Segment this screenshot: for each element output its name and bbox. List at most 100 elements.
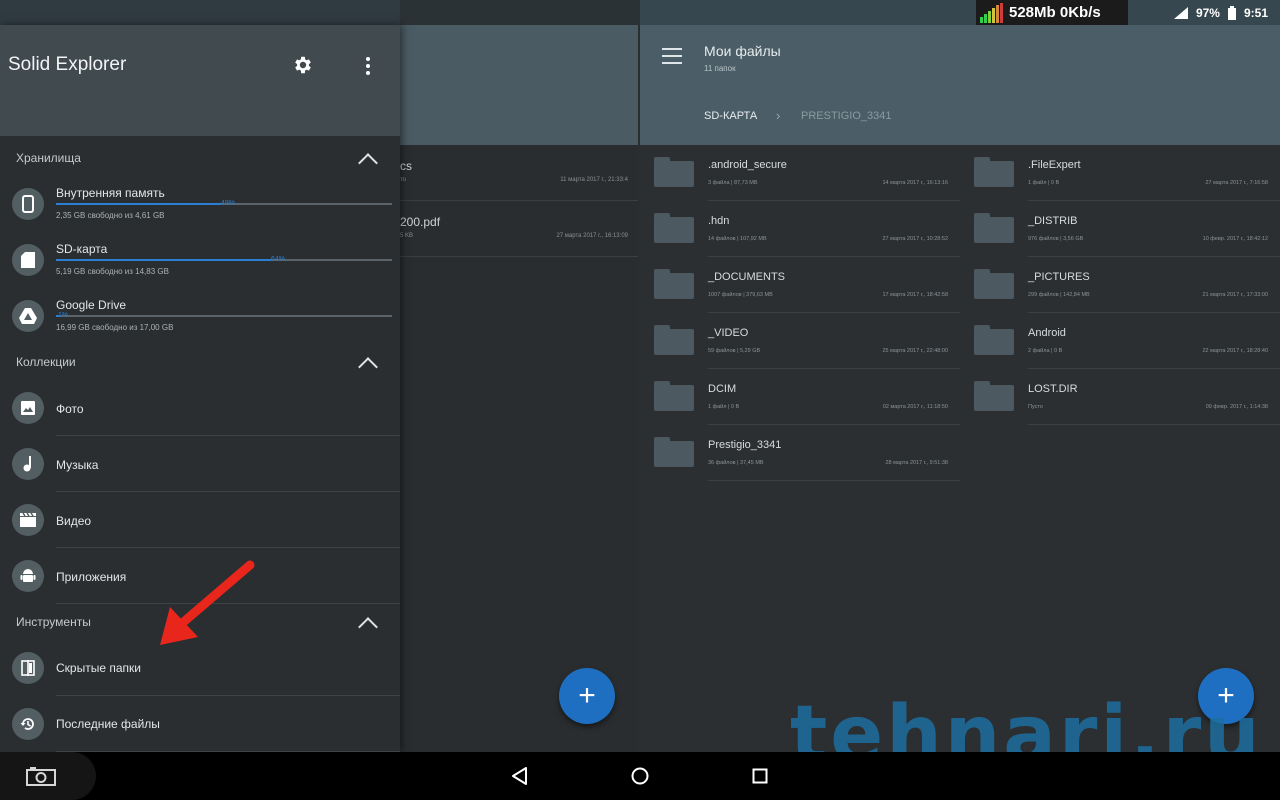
folder-meta: 1007 файлов | 379,63 MB xyxy=(708,292,773,298)
google-drive-icon xyxy=(12,300,44,332)
camera-icon[interactable] xyxy=(26,766,56,786)
history-icon xyxy=(12,708,44,740)
folder-icon xyxy=(974,157,1014,187)
status-bar: 528Mb 0Kb/s 97% 9:51 xyxy=(0,0,1280,25)
folder-date: 28 марта 2017 г., 9:51:38 xyxy=(885,460,948,466)
storage-item-google-drive[interactable]: Google Drive 1% 16,99 GB свободно из 17,… xyxy=(0,292,400,348)
folder-date: 02 марта 2017 г., 11:18:50 xyxy=(882,404,948,410)
add-fab-button-left[interactable]: + xyxy=(559,668,615,724)
storage-progress xyxy=(56,259,392,261)
folder-meta: 14 файлов | 107,92 MB xyxy=(708,236,767,242)
folder-item[interactable]: .hdn 14 файлов | 107,92 MB 27 марта 2017 г… xyxy=(640,201,960,257)
recents-icon[interactable] xyxy=(752,768,768,784)
folder-name: DCIM xyxy=(708,383,737,395)
folder-name: .FileExpert xyxy=(1028,159,1081,171)
collection-item-video[interactable]: Видео xyxy=(0,492,400,548)
folder-name: .hdn xyxy=(708,215,730,227)
folder-name: _VIDEO xyxy=(708,327,749,339)
cellular-signal-icon xyxy=(1173,6,1188,19)
clapperboard-icon xyxy=(12,504,44,536)
drawer-header xyxy=(0,25,400,136)
home-icon[interactable] xyxy=(631,767,649,785)
folder-date: 25 марта 2017 г., 22:48:00 xyxy=(882,348,948,354)
folder-meta: 2 файла | 0 B xyxy=(1028,348,1063,354)
page-subtitle: 11 папок xyxy=(704,64,736,73)
annotation-arrow-icon xyxy=(160,560,255,645)
tool-item-recent-files[interactable]: Последние файлы xyxy=(0,696,400,752)
folder-icon xyxy=(974,213,1014,243)
app-title: Solid Explorer xyxy=(8,54,127,75)
folder-name: _DOCUMENTS xyxy=(708,271,786,283)
folder-name: _DISTRIB xyxy=(1028,215,1078,227)
breadcrumb-sd-card[interactable]: SD-КАРТА xyxy=(704,110,757,122)
folder-item[interactable]: _DOCUMENTS 1007 файлов | 379,63 MB 17 март… xyxy=(640,257,960,313)
battery-icon xyxy=(1227,5,1236,20)
hidden-folder-icon xyxy=(12,652,44,684)
folder-item[interactable]: _DISTRIB 976 файлов | 3,56 GB 10 февр. 201… xyxy=(960,201,1280,257)
clock: 9:51 xyxy=(1243,5,1268,20)
page-title: Мои файлы xyxy=(704,43,781,59)
list-item[interactable]: 200.pdf 5 KB 27 марта 2017 г., 16:13:09 xyxy=(400,201,638,257)
folder-meta: 36 файлов | 37,45 MB xyxy=(708,460,764,466)
middle-pane-list: cs то 11 марта 2017 г., 21:33:4 200.pdf … xyxy=(400,145,638,265)
folder-icon xyxy=(654,213,694,243)
more-vert-icon[interactable] xyxy=(362,55,374,77)
folder-name: _PICTURES xyxy=(1028,271,1090,283)
folder-item[interactable]: .FileExpert 1 файл | 0 B 27 марта 2017 г.,… xyxy=(960,145,1280,201)
folder-date: 27 марта 2017 г., 7:16:58 xyxy=(1205,180,1268,186)
folder-meta: 1 файл | 0 B xyxy=(708,404,740,410)
folder-name: .android_secure xyxy=(708,159,787,171)
signal-bars-icon xyxy=(980,2,1003,23)
back-icon[interactable] xyxy=(510,767,530,785)
folder-date: 09 февр. 2017 г., 1:14:38 xyxy=(1205,404,1268,410)
breadcrumb-prestigio[interactable]: PRESTIGIO_3341 xyxy=(801,110,892,122)
middle-pane-header xyxy=(400,25,638,145)
folder-item[interactable]: _VIDEO 59 файлов | 5,29 GB 25 марта 2017 г… xyxy=(640,313,960,369)
list-item[interactable]: cs то 11 марта 2017 г., 21:33:4 xyxy=(400,145,638,201)
folder-name: Prestigio_3341 xyxy=(708,439,782,451)
folder-item[interactable]: Prestigio_3341 36 файлов | 37,45 MB 28 мар… xyxy=(640,425,960,481)
chevron-right-icon: › xyxy=(776,108,781,123)
folder-meta: 3 файла | 87,73 MB xyxy=(708,180,758,186)
folder-date: 17 марта 2017 г., 18:42:58 xyxy=(882,292,948,298)
section-title-storage: Хранилища xyxy=(16,151,81,165)
folder-icon xyxy=(654,157,694,187)
folder-name: Android xyxy=(1028,327,1066,339)
folder-icon xyxy=(654,269,694,299)
storage-item-internal[interactable]: Внутренняя память 49% 2,35 GB свободно и… xyxy=(0,180,400,236)
storage-item-sd-card[interactable]: SD-карта 64% 5,19 GB свободно из 14,83 G… xyxy=(0,236,400,292)
folder-date: 10 февр. 2017 г., 18:42:12 xyxy=(1202,236,1268,242)
folder-meta: Пусто xyxy=(1028,404,1043,410)
folder-item[interactable]: Android 2 файла | 0 B 22 марта 2017 г., 18… xyxy=(960,313,1280,369)
folder-item[interactable]: _PICTURES 299 файлов | 142,84 MB 21 марта … xyxy=(960,257,1280,313)
folder-icon xyxy=(654,381,694,411)
folder-name: LOST.DIR xyxy=(1028,383,1078,395)
folder-icon xyxy=(974,381,1014,411)
folder-meta: 299 файлов | 142,84 MB xyxy=(1028,292,1090,298)
folder-item[interactable]: LOST.DIR Пусто 09 февр. 2017 г., 1:14:38 xyxy=(960,369,1280,425)
chevron-up-icon[interactable] xyxy=(357,153,379,165)
section-title-tools: Инструменты xyxy=(16,615,91,629)
folder-grid: .android_secure 3 файла | 87,73 MB 14 март… xyxy=(640,145,1280,485)
folder-meta: 976 файлов | 3,56 GB xyxy=(1028,236,1084,242)
chevron-up-icon[interactable] xyxy=(357,617,379,629)
folder-icon xyxy=(974,269,1014,299)
collection-item-music[interactable]: Музыка xyxy=(0,436,400,492)
network-meter: 528Mb 0Kb/s xyxy=(976,0,1128,25)
folder-meta: 59 файлов | 5,29 GB xyxy=(708,348,761,354)
folder-item[interactable]: .android_secure 3 файла | 87,73 MB 14 март… xyxy=(640,145,960,201)
android-icon xyxy=(12,560,44,592)
phone-icon xyxy=(12,188,44,220)
section-title-collections: Коллекции xyxy=(16,355,76,369)
folder-date: 14 марта 2017 г., 16:13:16 xyxy=(882,180,948,186)
battery-level: 97% xyxy=(1195,5,1220,20)
collection-item-photo[interactable]: Фото xyxy=(0,380,400,436)
folder-icon xyxy=(654,437,694,467)
sd-card-icon xyxy=(12,244,44,276)
hamburger-menu-icon[interactable] xyxy=(662,48,682,64)
chevron-up-icon[interactable] xyxy=(357,357,379,369)
folder-item[interactable]: DCIM 1 файл | 0 B 02 марта 2017 г., 11:18:… xyxy=(640,369,960,425)
gear-icon[interactable] xyxy=(292,54,314,76)
folder-date: 27 марта 2017 г., 10:28:52 xyxy=(882,236,948,242)
storage-progress xyxy=(56,315,392,317)
